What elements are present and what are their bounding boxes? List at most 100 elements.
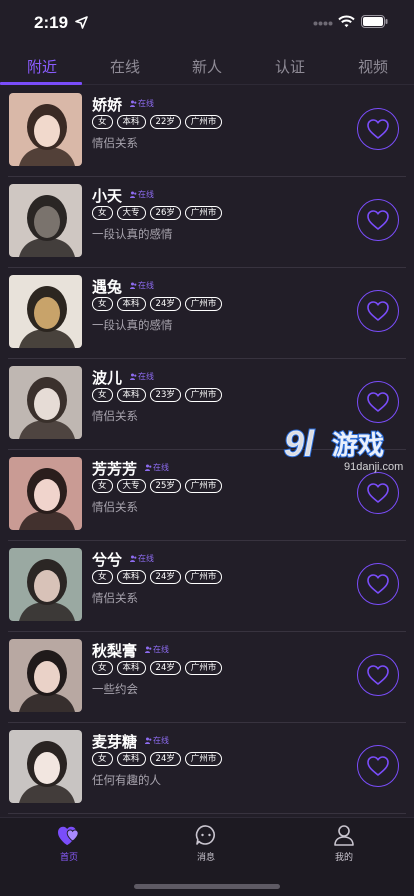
user-tag: 广州市 <box>184 479 223 493</box>
avatar[interactable] <box>9 93 82 166</box>
online-status: 在线 <box>145 644 169 655</box>
avatar[interactable] <box>9 548 82 621</box>
user-row[interactable]: 芳芳芳 在线女大专 25岁 广州市 情侣关系 <box>8 450 406 541</box>
cellular-signal-icon <box>313 21 333 26</box>
user-tag: 广州市 <box>184 570 223 584</box>
online-people-icon <box>130 100 137 107</box>
like-button[interactable] <box>357 745 399 787</box>
user-tag: 女 <box>92 752 113 766</box>
location-arrow-icon <box>75 16 88 29</box>
heart-icon <box>367 210 389 230</box>
user-tags: 女本科 24岁 广州市 <box>92 661 226 675</box>
user-name: 小天 <box>92 187 123 205</box>
nav-messages-label: 消息 <box>196 853 215 863</box>
user-tag: 大专 <box>116 206 146 220</box>
online-people-icon <box>145 464 152 471</box>
online-people-icon <box>130 282 137 289</box>
user-name: 娇娇 <box>92 96 123 114</box>
tab-new[interactable]: 新人 <box>177 56 237 77</box>
user-tag: 24岁 <box>149 297 181 311</box>
user-row[interactable]: 小天 在线女大专 26岁 广州市 一段认真的感情 <box>8 177 406 268</box>
user-tags: 女本科 24岁 广州市 <box>92 297 226 311</box>
online-label: 在线 <box>138 281 154 290</box>
user-intent: 情侣关系 <box>92 409 138 423</box>
wifi-icon <box>338 15 355 28</box>
online-people-icon <box>130 191 137 198</box>
user-row[interactable]: 波儿 在线女本科 23岁 广州市 情侣关系 <box>8 359 406 450</box>
tab-online[interactable]: 在线 <box>95 56 155 77</box>
user-name: 秋梨膏 <box>92 642 138 660</box>
online-label: 在线 <box>153 645 169 654</box>
like-button[interactable] <box>357 290 399 332</box>
heart-icon <box>367 483 389 503</box>
user-tag: 22岁 <box>149 115 181 129</box>
nav-home-label: 首页 <box>59 853 78 863</box>
user-tags: 女本科 23岁 广州市 <box>92 388 226 402</box>
avatar[interactable] <box>9 457 82 530</box>
online-status: 在线 <box>130 98 154 109</box>
online-status: 在线 <box>145 462 169 473</box>
nav-profile-label: 我的 <box>334 853 353 863</box>
online-people-icon <box>130 555 137 562</box>
user-intent: 情侣关系 <box>92 500 138 514</box>
user-tag: 女 <box>92 206 113 220</box>
like-button[interactable] <box>357 563 399 605</box>
tab-video[interactable]: 视频 <box>343 56 403 77</box>
user-tags: 女本科 24岁 广州市 <box>92 752 226 766</box>
user-tag: 本科 <box>116 297 146 311</box>
user-tag: 大专 <box>116 479 146 493</box>
active-tab-indicator <box>0 82 82 85</box>
nav-home[interactable]: 首页 <box>39 824 99 863</box>
online-people-icon <box>130 373 137 380</box>
like-button[interactable] <box>357 199 399 241</box>
heart-icon <box>367 392 389 412</box>
avatar[interactable] <box>9 184 82 257</box>
user-row[interactable]: 兮兮 在线女本科 24岁 广州市 情侣关系 <box>8 541 406 632</box>
user-tag: 女 <box>92 115 113 129</box>
user-tag: 广州市 <box>184 297 223 311</box>
user-row[interactable]: 娇娇 在线女本科 22岁 广州市 情侣关系 <box>8 86 406 177</box>
status-bar: 2:19 <box>0 0 414 48</box>
user-tags: 女本科 24岁 广州市 <box>92 570 226 584</box>
user-tag: 广州市 <box>184 115 223 129</box>
avatar[interactable] <box>9 275 82 348</box>
online-people-icon <box>145 646 152 653</box>
user-intent: 一段认真的感情 <box>92 318 173 332</box>
user-tag: 25岁 <box>149 479 181 493</box>
nav-profile[interactable]: 我的 <box>314 824 374 863</box>
nav-messages[interactable]: 消息 <box>176 824 236 863</box>
battery-icon <box>361 15 388 28</box>
like-button[interactable] <box>357 472 399 514</box>
user-row[interactable]: 麦芽糖 在线女本科 24岁 广州市 任何有趣的人 <box>8 723 406 814</box>
user-tag: 26岁 <box>149 206 181 220</box>
user-tag: 24岁 <box>149 570 181 584</box>
online-label: 在线 <box>153 463 169 472</box>
user-tag: 女 <box>92 661 113 675</box>
online-people-icon <box>145 737 152 744</box>
avatar[interactable] <box>9 639 82 712</box>
online-label: 在线 <box>138 190 154 199</box>
like-button[interactable] <box>357 108 399 150</box>
user-tag: 24岁 <box>149 661 181 675</box>
online-label: 在线 <box>138 372 154 381</box>
user-row[interactable]: 秋梨膏 在线女本科 24岁 广州市 一些约会 <box>8 632 406 723</box>
avatar[interactable] <box>9 730 82 803</box>
user-tag: 广州市 <box>184 206 223 220</box>
user-row[interactable]: 遇兔 在线女本科 24岁 广州市 一段认真的感情 <box>8 268 406 359</box>
user-list: 娇娇 在线女本科 22岁 广州市 情侣关系 小天 在线女大专 26岁 广州市 一段认真的感情 遇兔在… <box>0 86 414 814</box>
tab-verified[interactable]: 认证 <box>260 56 320 77</box>
user-intent: 任何有趣的人 <box>92 773 161 787</box>
tab-nearby[interactable]: 附近 <box>12 56 72 77</box>
avatar[interactable] <box>9 366 82 439</box>
like-button[interactable] <box>357 654 399 696</box>
user-tag: 本科 <box>116 752 146 766</box>
like-button[interactable] <box>357 381 399 423</box>
heart-icon <box>367 756 389 776</box>
heart-icon <box>367 301 389 321</box>
home-indicator <box>134 884 280 889</box>
bottom-nav: 首页 消息 我的 <box>0 817 414 896</box>
user-tag: 广州市 <box>184 661 223 675</box>
user-tag: 本科 <box>116 661 146 675</box>
user-tags: 女大专 25岁 广州市 <box>92 479 226 493</box>
user-profile-icon <box>334 825 354 846</box>
